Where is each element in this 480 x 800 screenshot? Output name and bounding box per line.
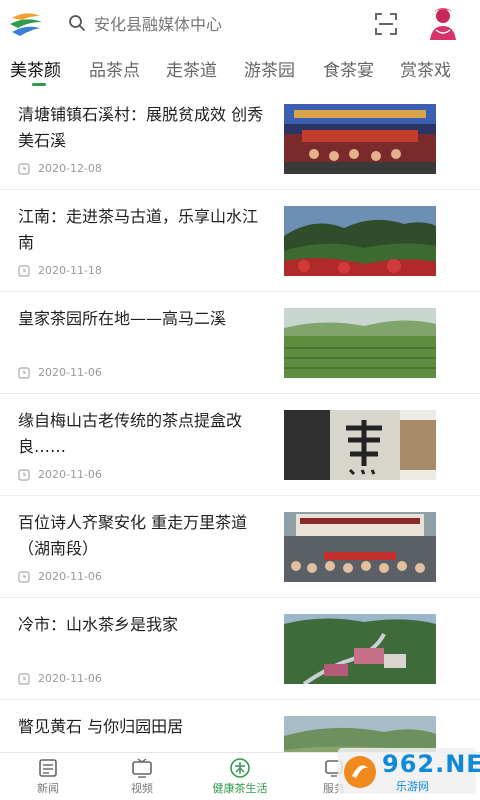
tab-zouchadao[interactable]: 走茶道 (166, 56, 217, 81)
list-item[interactable]: 皇家茶园所在地——高马二溪 2020-11-06 (0, 292, 480, 394)
news-title[interactable]: 缘自梅山古老传统的茶点提盒改良…… (18, 408, 268, 460)
news-date: 2020-11-06 (38, 672, 102, 685)
list-item[interactable]: 江南：走进茶马古道，乐享山水江南 2020-11-18 (0, 190, 480, 292)
search-icon (69, 15, 85, 31)
nav-news[interactable]: 新闻 (8, 753, 88, 800)
nav-label: 视频 (131, 782, 153, 795)
clock-icon (18, 570, 30, 583)
news-date: 2020-11-06 (38, 570, 102, 583)
tab-pinchadian[interactable]: 品茶点 (89, 56, 140, 81)
news-thumbnail-image[interactable] (284, 206, 436, 276)
news-date: 2020-11-06 (38, 366, 102, 379)
news-title[interactable]: 冷市：山水茶乡是我家 (18, 612, 268, 638)
news-icon (39, 759, 57, 777)
list-item[interactable]: 百位诗人齐聚安化 重走万里茶道（湖南段） 2020-11-06 (0, 496, 480, 598)
news-title[interactable]: 皇家茶园所在地——高马二溪 (18, 306, 268, 332)
tab-youchayuan[interactable]: 游茶园 (244, 56, 295, 81)
search-placeholder[interactable]: 安化县融媒体中心 (94, 11, 222, 35)
news-meta: 2020-12-08 (18, 162, 102, 175)
tea-icon (230, 758, 250, 778)
watermark-number: 962.NET (382, 750, 480, 778)
nav-video[interactable]: 视频 (102, 753, 182, 800)
news-date: 2020-12-08 (38, 162, 102, 175)
list-item[interactable]: 冷市：山水茶乡是我家 2020-11-06 (0, 598, 480, 700)
category-tabs: 美茶颜 品茶点 走茶道 游茶园 食茶宴 赏茶戏 (0, 48, 480, 86)
clock-icon (18, 162, 30, 175)
news-title[interactable]: 瞥见黄石 与你归园田居 (18, 714, 268, 740)
news-thumbnail-image[interactable] (284, 512, 436, 582)
news-meta: 2020-11-06 (18, 570, 102, 583)
clock-icon (18, 264, 30, 277)
nav-label: 新闻 (37, 782, 59, 795)
news-thumbnail-image[interactable] (284, 410, 436, 480)
nav-label: 健康茶生活 (212, 782, 268, 795)
scan-icon[interactable] (374, 12, 398, 36)
news-title[interactable]: 江南：走进茶马古道，乐享山水江南 (18, 204, 268, 256)
list-item[interactable]: 缘自梅山古老传统的茶点提盒改良…… 2020-11-06 (0, 394, 480, 496)
tab-meichayan[interactable]: 美茶颜 (10, 56, 61, 81)
tv-icon (132, 758, 152, 778)
avatar-icon[interactable] (424, 6, 462, 42)
news-title[interactable]: 百位诗人齐聚安化 重走万里茶道（湖南段） (18, 510, 268, 562)
active-tab-indicator (32, 83, 46, 86)
news-meta: 2020-11-06 (18, 672, 102, 685)
clock-icon (18, 366, 30, 379)
nav-tea-life[interactable]: 健康茶生活 (200, 753, 280, 800)
tab-shangchaxi[interactable]: 赏茶戏 (400, 56, 451, 81)
news-thumbnail-image[interactable] (284, 308, 436, 378)
tab-shichayan[interactable]: 食茶宴 (323, 56, 374, 81)
watermark: 962.NET 乐游网 (338, 748, 480, 794)
news-thumbnail-image[interactable] (284, 104, 436, 174)
news-meta: 2020-11-06 (18, 468, 102, 481)
search-bar[interactable]: 安化县融媒体中心 (68, 10, 222, 36)
news-date: 2020-11-06 (38, 468, 102, 481)
top-bar: 安化县融媒体中心 (0, 0, 480, 48)
news-title[interactable]: 清塘铺镇石溪村：展脱贫成效 创秀美石溪 (18, 102, 268, 154)
clock-icon (18, 672, 30, 685)
clock-icon (18, 468, 30, 481)
watermark-text: 乐游网 (396, 780, 429, 793)
list-item[interactable]: 清塘铺镇石溪村：展脱贫成效 创秀美石溪 2020-12-08 (0, 88, 480, 190)
watermark-logo-icon (344, 756, 376, 788)
news-meta: 2020-11-06 (18, 366, 102, 379)
news-meta: 2020-11-18 (18, 264, 102, 277)
news-date: 2020-11-18 (38, 264, 102, 277)
app-logo-icon[interactable] (8, 10, 44, 38)
news-thumbnail-image[interactable] (284, 614, 436, 684)
